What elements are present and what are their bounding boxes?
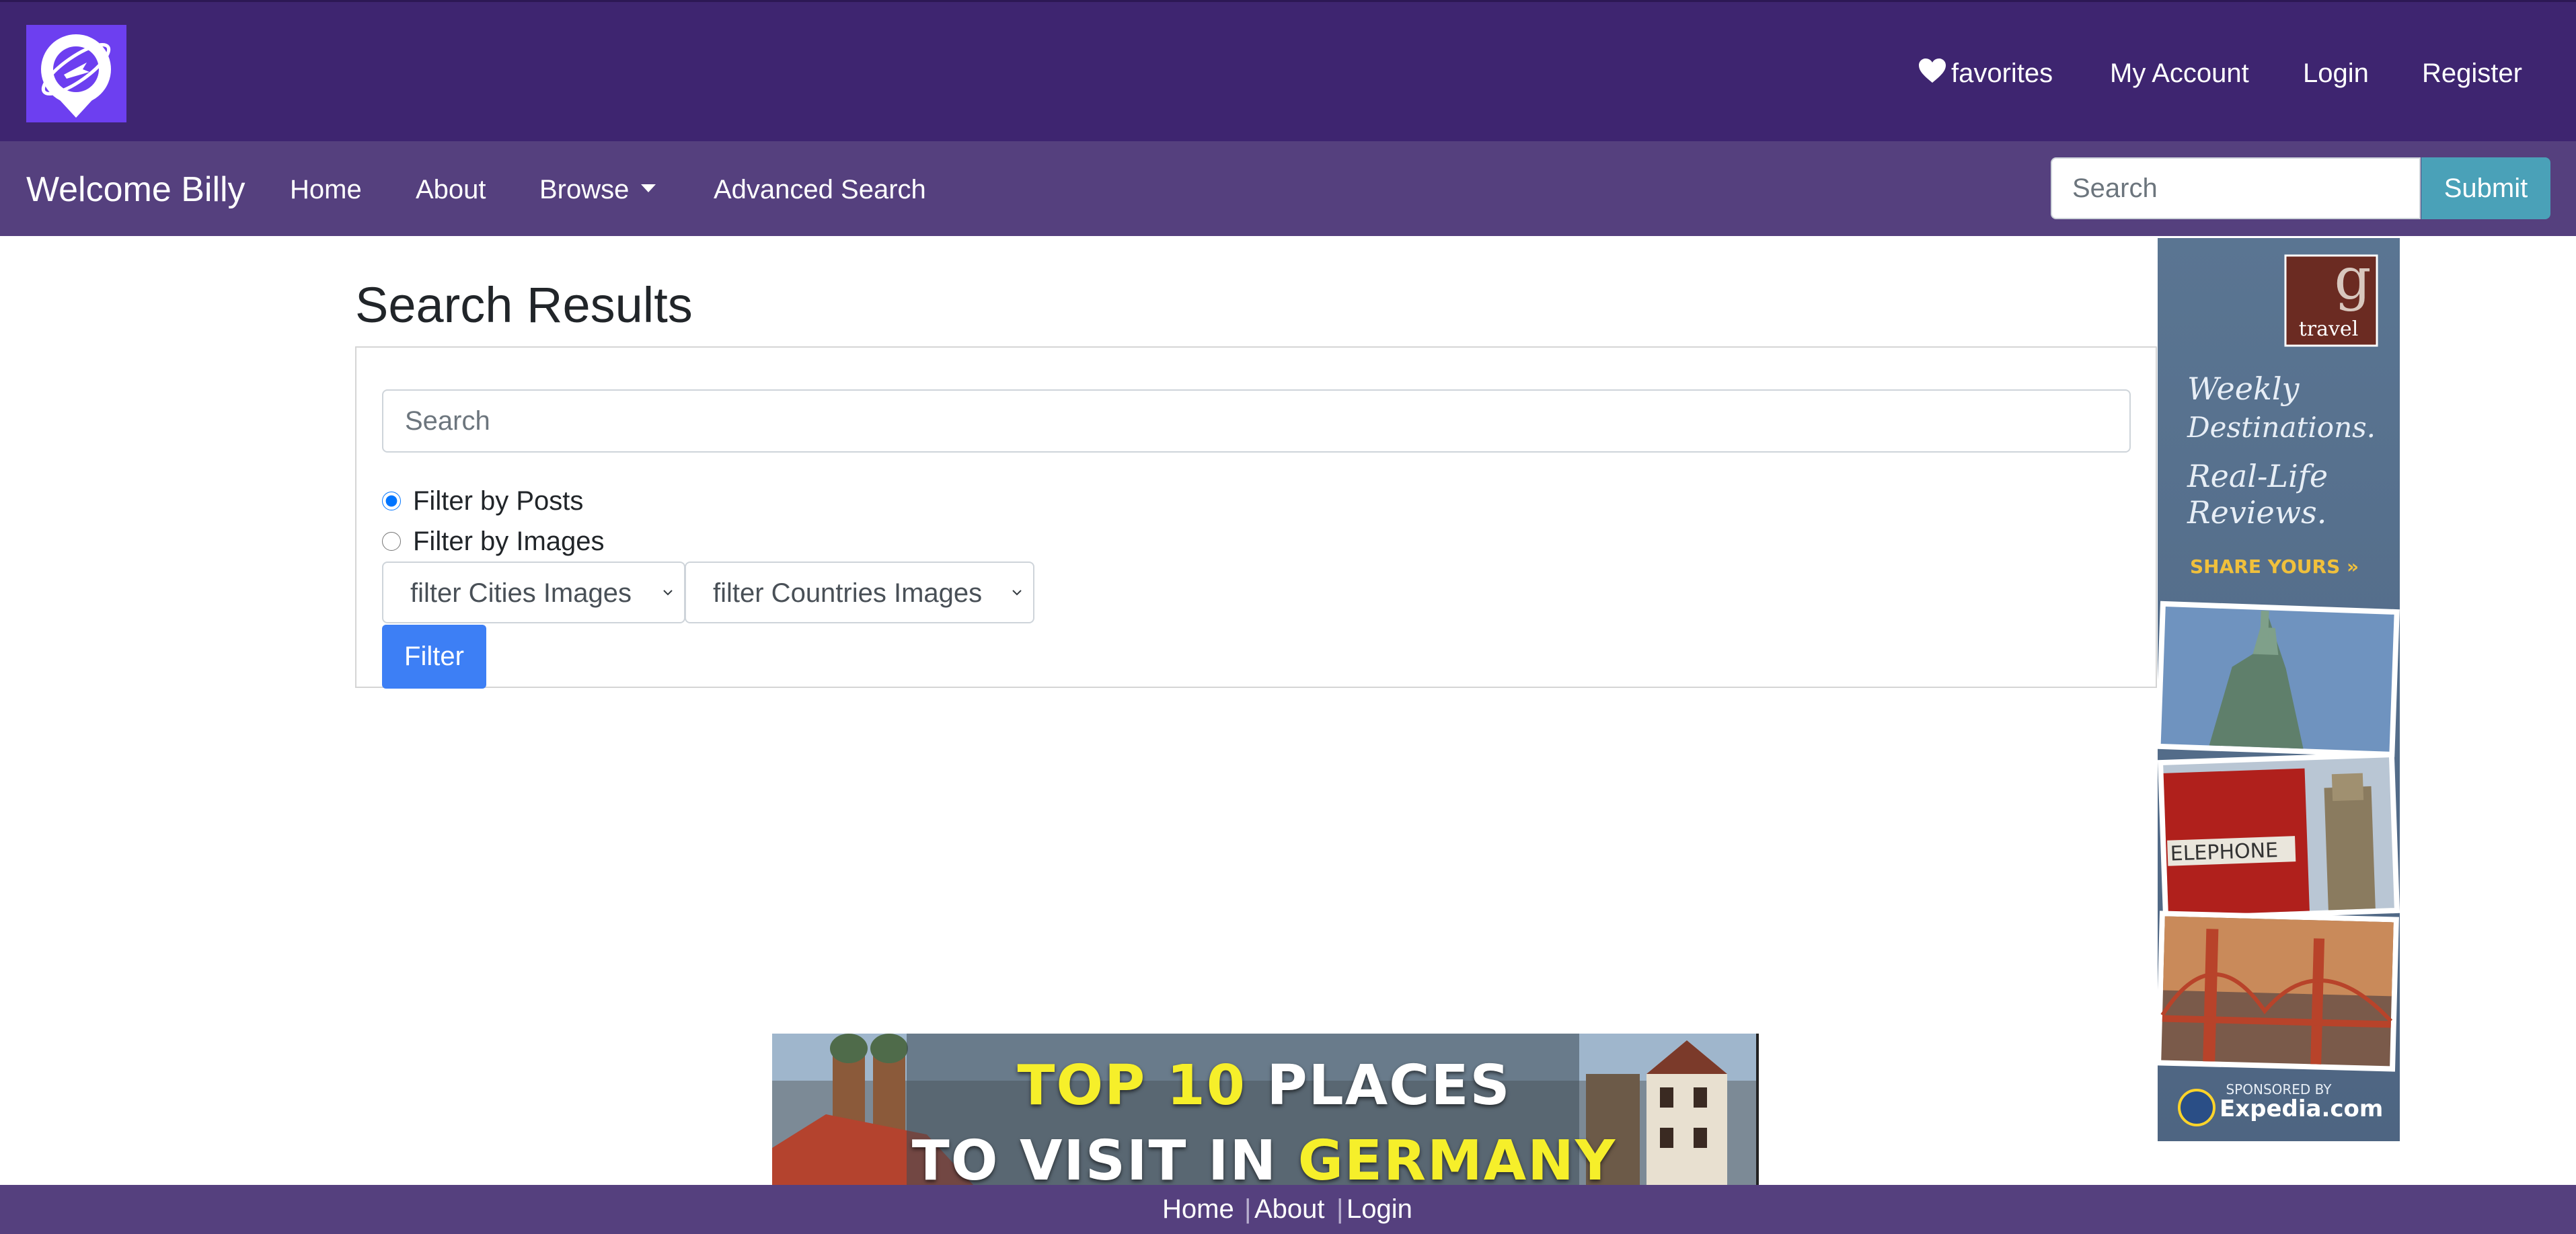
filter-images-option[interactable]: Filter by Images (382, 523, 605, 560)
filter-posts-label: Filter by Posts (413, 486, 584, 516)
filter-button[interactable]: Filter (382, 625, 486, 689)
welcome-brand[interactable]: Welcome Billy (26, 168, 245, 211)
login-link[interactable]: Login (2303, 54, 2369, 92)
footer-separator: | (1336, 1194, 1344, 1224)
page-footer: Home | About | Login (0, 1185, 2576, 1234)
banner-line1-rest: PLACES (1266, 1054, 1511, 1118)
browse-label: Browse (539, 175, 630, 204)
expedia-globe-icon (2178, 1089, 2215, 1126)
country-filter-value: filter Countries Images (713, 578, 983, 608)
filter-images-label: Filter by Images (413, 527, 605, 556)
footer-about-link[interactable]: About (1254, 1190, 1325, 1228)
city-filter-value: filter Cities Images (410, 578, 632, 608)
navbar-search-input[interactable] (2051, 157, 2421, 219)
nav-home-link[interactable]: Home (290, 172, 362, 207)
filter-posts-option[interactable]: Filter by Posts (382, 482, 583, 520)
ad-sponsor-name: Expedia.com (2220, 1095, 2383, 1122)
register-link[interactable]: Register (2422, 54, 2522, 92)
results-search-input[interactable] (382, 389, 2131, 453)
ad-copy-line3: Real-Life (2187, 458, 2328, 494)
nav-advanced-search-link[interactable]: Advanced Search (714, 172, 926, 207)
banner-line2-highlight: GERMANY (1297, 1129, 1617, 1186)
city-filter-select[interactable]: filter Cities Images (382, 562, 685, 623)
caret-down-icon (641, 184, 656, 193)
ad-cta: SHARE YOURS » (2190, 555, 2359, 578)
footer-separator: | (1244, 1194, 1252, 1224)
germany-banner-ad[interactable]: TOP 10 PLACES TO VISIT IN GERMANY (772, 1034, 1759, 1186)
main-navbar: Welcome Billy Home About Browse Advanced… (0, 141, 2576, 236)
banner-line2-prefix: TO VISIT IN (911, 1129, 1278, 1186)
heart-icon (1919, 59, 1946, 83)
page-title: Search Results (355, 277, 693, 333)
site-logo-icon[interactable] (26, 25, 126, 122)
footer-login-link[interactable]: Login (1347, 1190, 1412, 1228)
ad-copy-line1: Weekly (2187, 371, 2300, 407)
country-filter-select[interactable]: filter Countries Images (685, 562, 1034, 623)
favorites-link[interactable]: favorites (1918, 54, 2053, 92)
ad-brand-letter: g (2334, 245, 2371, 313)
banner-line1: TOP 10 PLACES (772, 1052, 1756, 1120)
banner-line1-highlight: TOP 10 (1017, 1054, 1246, 1118)
navbar-submit-button[interactable]: Submit (2421, 157, 2550, 219)
footer-home-link[interactable]: Home (1162, 1190, 1234, 1228)
nav-about-link[interactable]: About (416, 172, 486, 207)
filter-posts-radio[interactable] (382, 492, 401, 510)
search-filter-panel: Filter by Posts Filter by Images filter … (355, 346, 2157, 689)
chevron-down-icon (663, 590, 673, 596)
favorites-label: favorites (1951, 59, 2053, 88)
nav-browse-dropdown[interactable]: Browse (539, 172, 656, 207)
ad-copy-line2: Destinations. (2187, 411, 2376, 444)
ad-copy-line4: Reviews. (2187, 494, 2326, 531)
banner-line2: TO VISIT IN GERMANY (772, 1128, 1756, 1186)
ad-photo-sign: ELEPHONE (2170, 839, 2278, 866)
top-header: favorites My Account Login Register (0, 0, 2576, 141)
side-ad-graphic: g travel Weekly Destinations. Real-Life … (2158, 238, 2400, 1141)
chevron-down-icon (1012, 590, 1022, 596)
ad-brand-word: travel (2299, 317, 2359, 341)
side-advertisement[interactable]: g travel Weekly Destinations. Real-Life … (2158, 238, 2400, 1141)
filter-images-radio[interactable] (382, 532, 401, 551)
my-account-link[interactable]: My Account (2110, 54, 2249, 92)
